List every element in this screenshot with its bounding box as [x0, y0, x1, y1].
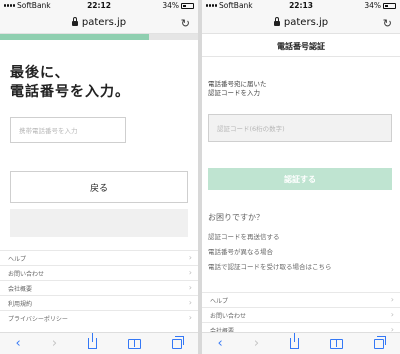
chevron-right-icon: ›: [188, 313, 192, 322]
page-title: 電話番号認証: [277, 42, 325, 51]
menu-item-company[interactable]: 会社概要 ›: [0, 280, 198, 295]
back-arrow-icon[interactable]: ‹: [218, 336, 223, 351]
chevron-right-icon: ›: [188, 253, 192, 262]
signup-progress-bar: [0, 34, 198, 40]
menu-item-privacy[interactable]: プライバシーポリシー ›: [0, 310, 198, 325]
status-bar: SoftBank 22:13 34%: [202, 0, 400, 12]
share-icon[interactable]: [290, 333, 300, 349]
verify-button[interactable]: 認証する: [208, 168, 392, 190]
back-arrow-icon[interactable]: ‹: [16, 336, 21, 351]
voice-call-link[interactable]: 電話で認証コードを受け取る場合はこちら: [208, 261, 332, 271]
battery-icon: [383, 2, 396, 9]
browser-toolbar: ‹ ›: [202, 332, 400, 354]
bookmarks-icon[interactable]: [128, 338, 142, 349]
lock-icon: [71, 17, 78, 26]
verification-code-input[interactable]: 認証コード(6桁の数字): [208, 114, 392, 142]
menu-item-help[interactable]: ヘルプ ›: [0, 250, 198, 265]
share-icon[interactable]: [88, 333, 98, 349]
different-number-link[interactable]: 電話番号が異なる場合: [208, 246, 273, 256]
back-button[interactable]: 戻る: [10, 171, 188, 203]
browser-toolbar: ‹ ›: [0, 332, 198, 354]
status-bar: SoftBank 22:12 34%: [0, 0, 198, 12]
divider: [202, 56, 400, 57]
instructions-text: 電話番号宛に届いた 認証コードを入力: [208, 80, 267, 97]
reload-icon[interactable]: ↻: [181, 17, 190, 30]
battery-percent: 34%: [162, 1, 179, 10]
menu-item-contact[interactable]: お問い合わせ ›: [202, 307, 400, 322]
url-text: paters.jp: [283, 17, 329, 28]
lock-icon: [273, 17, 280, 26]
tabs-icon[interactable]: [374, 335, 387, 349]
battery-icon: [181, 2, 194, 9]
footer-menu: ヘルプ › お問い合わせ › 会社概要 › 利用規約 › プライバシーポリシー ›: [0, 250, 198, 325]
progress-fill: [0, 34, 149, 40]
address-bar[interactable]: paters.jp ↻: [0, 12, 198, 34]
footer-menu: ヘルプ › お問い合わせ › 会社概要 ›: [202, 292, 400, 337]
reload-icon[interactable]: ↻: [383, 17, 392, 30]
address-bar[interactable]: paters.jp ↻: [202, 12, 400, 34]
menu-item-contact[interactable]: お問い合わせ ›: [0, 265, 198, 280]
page-headline: 最後に、 電話番号を入力。: [10, 65, 130, 100]
phone-screen-phone-entry: SoftBank 22:12 34% paters.jp ↻ 最後に、 電話番号…: [0, 0, 198, 354]
phone-screen-verification: SoftBank 22:13 34% paters.jp ↻ 電話番号認証 電話…: [202, 0, 400, 354]
battery-percent: 34%: [364, 1, 381, 10]
chevron-right-icon: ›: [390, 295, 394, 304]
url-text: paters.jp: [81, 17, 127, 28]
tabs-icon[interactable]: [172, 335, 185, 349]
submit-button-disabled[interactable]: [10, 209, 188, 237]
help-heading: お困りですか？: [208, 213, 264, 222]
phone-number-input[interactable]: 携帯電話番号を入力: [10, 117, 126, 143]
chevron-right-icon: ›: [188, 268, 192, 277]
menu-item-terms[interactable]: 利用規約 ›: [0, 295, 198, 310]
menu-item-help[interactable]: ヘルプ ›: [202, 292, 400, 307]
chevron-right-icon: ›: [390, 310, 394, 319]
forward-arrow-icon[interactable]: ›: [52, 336, 57, 351]
chevron-right-icon: ›: [188, 283, 192, 292]
forward-arrow-icon[interactable]: ›: [254, 336, 259, 351]
resend-code-link[interactable]: 認証コードを再送信する: [208, 231, 280, 241]
chevron-right-icon: ›: [188, 298, 192, 307]
bookmarks-icon[interactable]: [330, 338, 344, 349]
